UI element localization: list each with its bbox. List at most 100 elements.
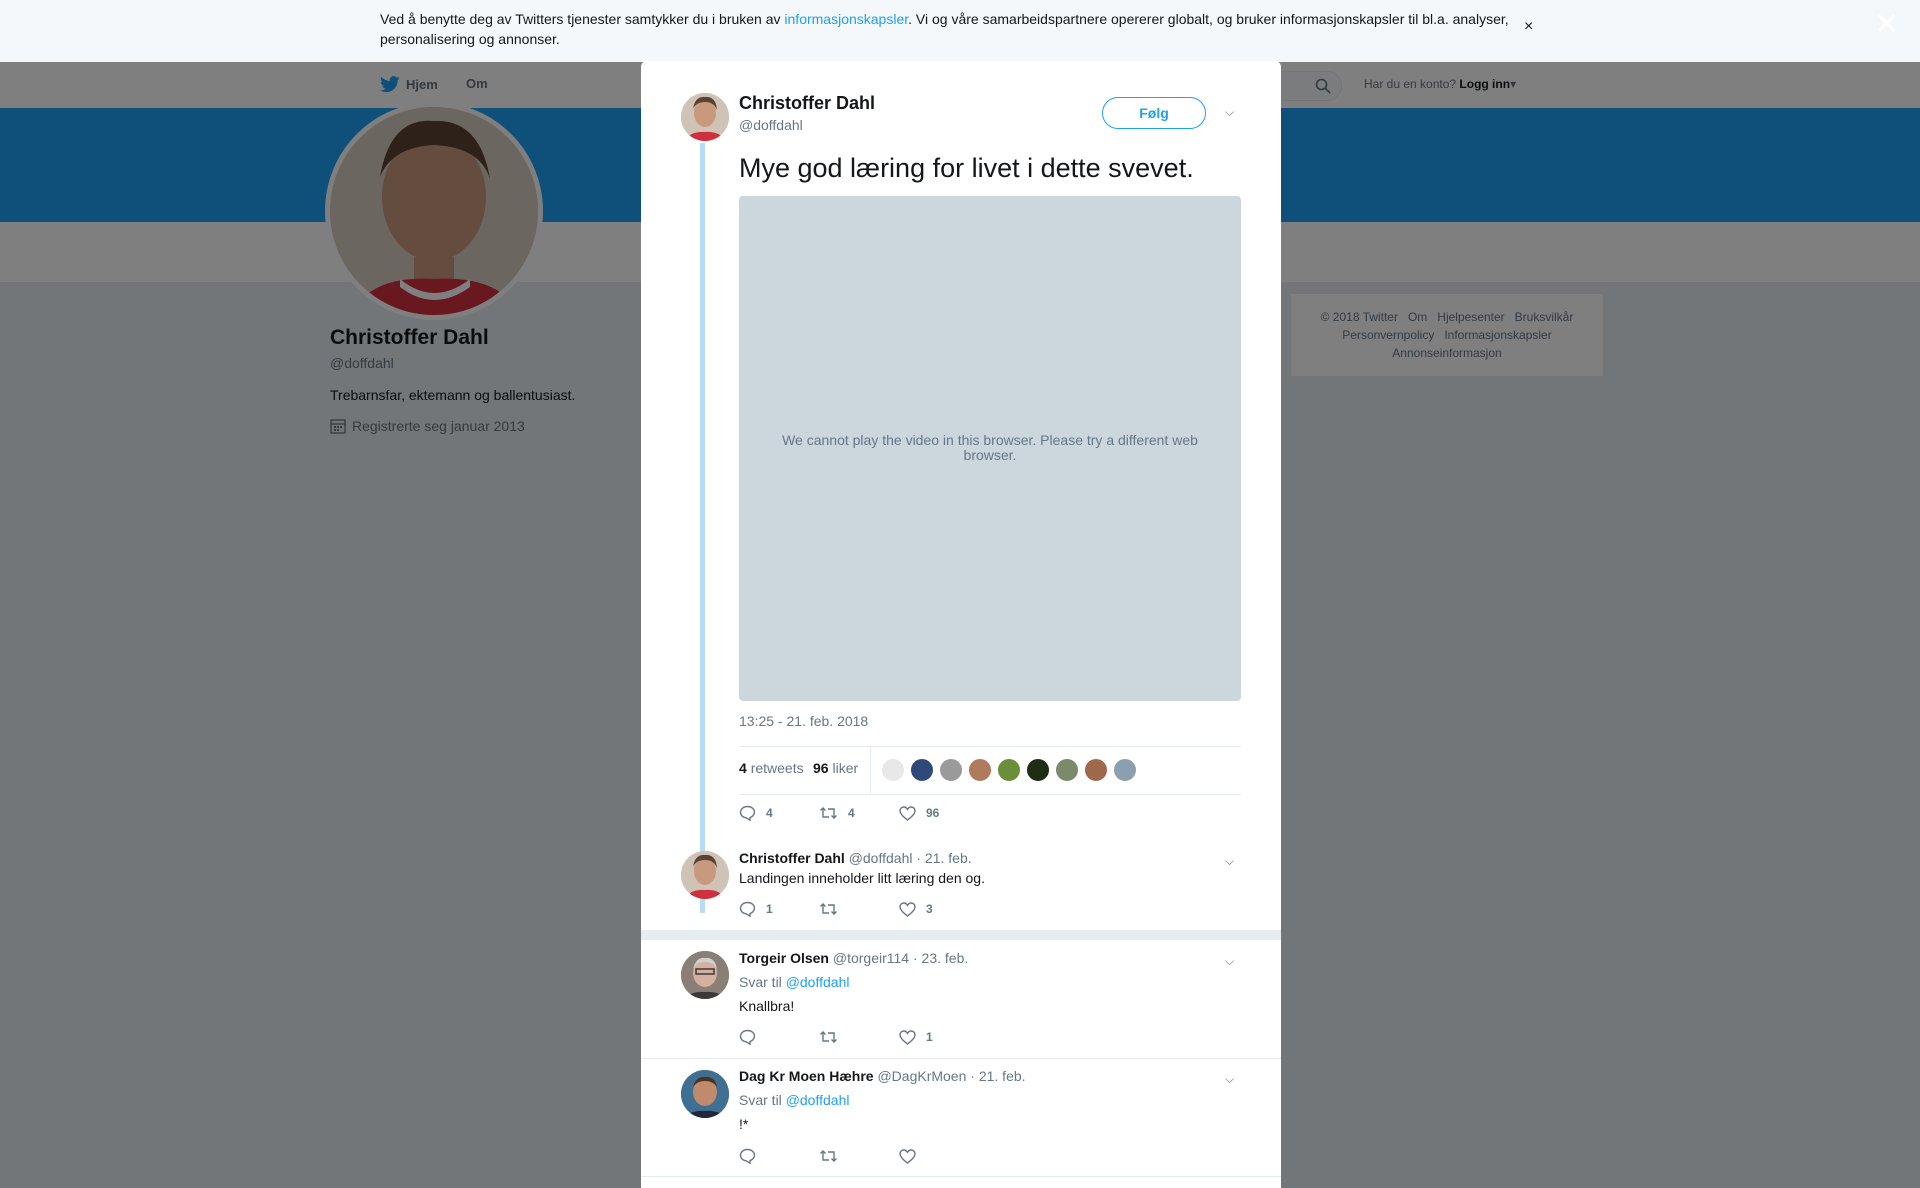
like-action-count: 3 [926,902,933,916]
cookie-text-start: Ved å benytte deg av Twitters tjenester … [380,11,785,27]
retweet-action[interactable]: 4 [819,805,899,821]
reply-actions [739,1148,979,1164]
reply-author-name[interactable]: Christoffer Dahl [739,850,845,866]
video-error-message: We cannot play the video in this browser… [782,432,1198,463]
tweet-menu-chevron-icon[interactable]: ⌵ [1225,105,1234,120]
liker-avatar[interactable] [910,758,934,782]
reply-action[interactable]: 4 [739,805,819,821]
like-action-count: 96 [926,806,940,820]
reply-author-name[interactable]: Dag Kr Moen Hæhre [739,1068,874,1084]
reply-date[interactable]: · 21. feb. [970,1068,1025,1084]
reply-separator [641,1058,1281,1059]
tweet-author-avatar[interactable] [681,93,729,141]
cookie-text: Ved å benytte deg av Twitters tjenester … [380,9,1520,49]
reply-avatar[interactable] [681,951,729,999]
reply-to-label: Svar til [739,1092,782,1108]
heart-icon [899,1148,916,1164]
reply-author-name[interactable]: Torgeir Olsen [739,950,829,966]
thread-line [700,143,705,913]
heart-icon [899,1029,916,1045]
reply-text: !* [739,1116,749,1132]
like-action[interactable]: 96 [899,805,979,821]
like-label: liker [832,760,859,776]
like-count-stat[interactable]: 96 liker [813,760,858,776]
liker-avatar[interactable] [881,758,905,782]
reply-count: 4 [766,806,773,820]
retweet-action-count: 4 [848,806,855,820]
heart-icon [899,901,916,917]
reply-menu-chevron-icon[interactable]: ⌵ [1225,1072,1234,1087]
reply-to-line: Svar til @doffdahl [739,974,849,990]
retweet-count: 4 [739,760,747,776]
reply-header: Christoffer Dahl @doffdahl · 21. feb. [739,850,972,866]
tweet-text: Mye god læring for livet i dette svevet. [739,153,1194,183]
reply-header: Dag Kr Moen Hæhre @DagKrMoen · 21. feb. [739,1068,1026,1084]
follow-button[interactable]: Følg [1102,97,1206,129]
like-action[interactable] [899,1148,979,1164]
retweet-label: retweets [750,760,804,776]
tweet-author-name[interactable]: Christoffer Dahl [739,93,875,114]
like-action[interactable]: 3 [899,901,979,917]
reply-author-handle[interactable]: @doffdahl [849,850,913,866]
reply-to-mention[interactable]: @doffdahl [786,974,850,990]
reply-actions: 1 [739,1029,979,1045]
liker-avatar[interactable] [1084,758,1108,782]
like-action-count: 1 [926,1030,933,1044]
reply-author-handle[interactable]: @DagKrMoen [877,1068,966,1084]
liker-avatar[interactable] [968,758,992,782]
reply-header: Torgeir Olsen @torgeir114 · 23. feb. [739,950,968,966]
video-player[interactable]: We cannot play the video in this browser… [739,196,1241,701]
cookie-banner: Ved å benytte deg av Twitters tjenester … [0,0,1920,62]
retweet-action[interactable] [819,1029,899,1045]
reply-to-line: Svar til @doffdahl [739,1092,849,1108]
conversation-separator [641,930,1281,940]
stats-divider [870,747,871,794]
liker-avatar[interactable] [1113,758,1137,782]
modal-close-button[interactable]: ✕ [1874,10,1899,40]
reply-count: 1 [766,902,773,916]
avatar-image [681,851,729,899]
reply-icon [739,1029,756,1045]
tweet-stats: 4 retweets 96 liker [739,746,1241,795]
retweet-action[interactable] [819,1148,899,1164]
reply-text: Knallbra! [739,998,795,1014]
cookie-close-button[interactable]: × [1524,18,1533,36]
tweet-modal: Christoffer Dahl @doffdahl Følg ⌵ Mye go… [641,61,1281,1188]
liker-avatar[interactable] [1026,758,1050,782]
retweet-count-stat[interactable]: 4 retweets [739,760,804,776]
reply-action[interactable]: 1 [739,901,819,917]
like-count: 96 [813,760,829,776]
tweet-timestamp[interactable]: 13:25 - 21. feb. 2018 [739,713,868,729]
avatar-image [681,951,729,999]
reply-action[interactable] [739,1029,819,1045]
reply-date[interactable]: · 23. feb. [913,950,968,966]
retweet-action[interactable] [819,901,899,917]
reply-icon [739,901,756,917]
reply-author-handle[interactable]: @torgeir114 [833,950,909,966]
reply-icon [739,1148,756,1164]
heart-icon [899,805,916,821]
retweet-icon [820,1150,837,1162]
liker-avatar[interactable] [939,758,963,782]
liker-avatar[interactable] [1055,758,1079,782]
reply-action[interactable] [739,1148,819,1164]
reply-avatar[interactable] [681,1070,729,1118]
cookie-link[interactable]: informasjonskapsler [784,11,908,27]
reply-actions: 1 3 [739,901,979,917]
reply-icon [739,805,756,821]
reply-date[interactable]: · 21. feb. [916,850,971,866]
reply-to-mention[interactable]: @doffdahl [786,1092,850,1108]
reply-to-label: Svar til [739,974,782,990]
tweet-author-handle[interactable]: @doffdahl [739,117,803,133]
liker-avatar[interactable] [997,758,1021,782]
reply-avatar[interactable] [681,851,729,899]
like-action[interactable]: 1 [899,1029,979,1045]
retweet-icon [820,807,837,819]
reply-menu-chevron-icon[interactable]: ⌵ [1225,854,1234,869]
tweet-actions: 4 4 96 [739,805,979,821]
reply-menu-chevron-icon[interactable]: ⌵ [1225,954,1234,969]
reply-separator [641,1176,1281,1177]
reply-text: Landingen inneholder litt læring den og. [739,870,985,886]
avatar-image [681,93,729,141]
avatar-image [681,1070,729,1118]
